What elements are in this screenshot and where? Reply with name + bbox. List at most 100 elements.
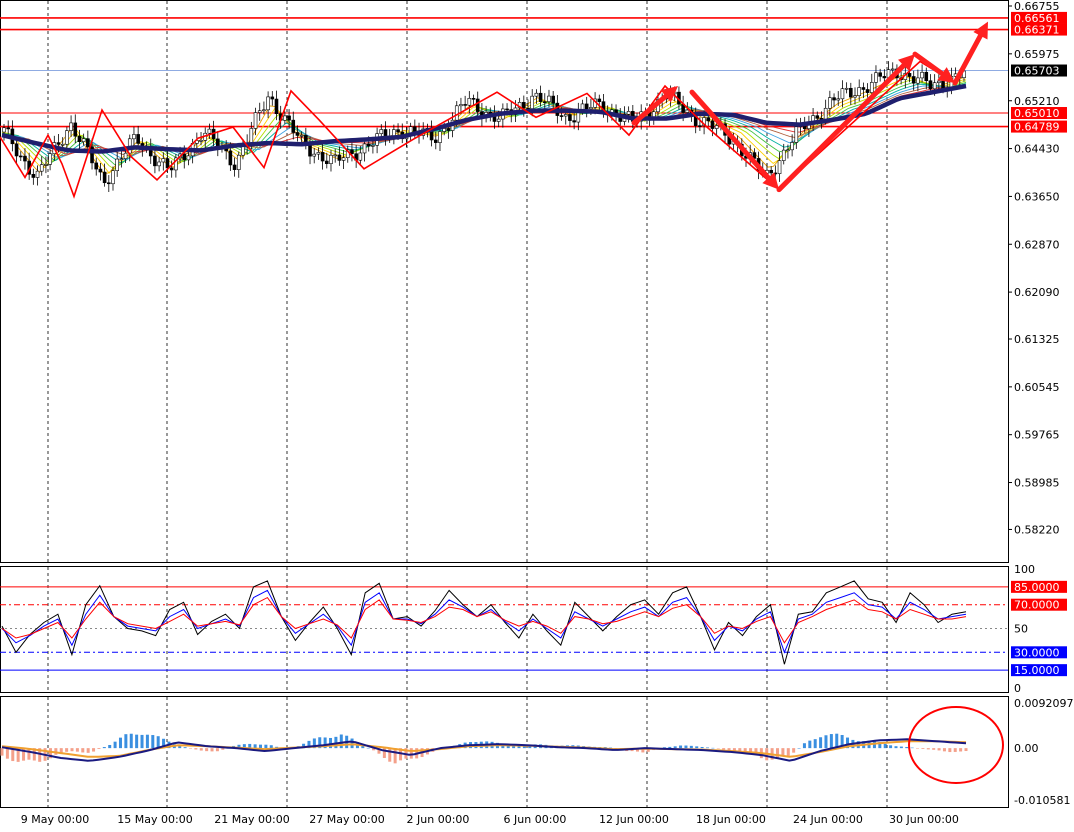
- macd-histogram-bar: [700, 746, 704, 749]
- chart-canvas[interactable]: 0.667550.659750.652100.644300.636500.628…: [0, 0, 1074, 828]
- candle-up: [35, 170, 40, 178]
- macd-histogram-bar: [921, 748, 925, 749]
- candle-up: [81, 138, 86, 142]
- candle-up: [459, 104, 463, 107]
- oscillator-level-label: 30.0000: [1014, 646, 1060, 659]
- candle-down: [56, 142, 61, 145]
- candle-up: [257, 110, 262, 113]
- macd-histogram-bar: [905, 746, 909, 749]
- oscillator-line: [1, 580, 967, 665]
- candle-down: [769, 169, 773, 174]
- candle-up: [932, 82, 937, 90]
- macd-histogram-bar: [183, 747, 187, 749]
- candle-down: [18, 155, 23, 158]
- candle-up: [853, 95, 857, 98]
- candle-up: [262, 109, 266, 112]
- macd-histogram-bar: [264, 744, 268, 749]
- candle-down: [542, 101, 547, 103]
- candle-down: [505, 108, 509, 111]
- macd-histogram-bar: [689, 745, 693, 749]
- candle-up: [844, 87, 849, 90]
- candle-down: [475, 98, 480, 112]
- macd-histogram-bar: [178, 746, 182, 749]
- candle-up: [60, 143, 65, 146]
- x-tick-label: 24 Jun 00:00: [793, 813, 863, 826]
- macd-histogram-bar: [65, 748, 69, 752]
- macd-histogram-bar: [926, 748, 930, 750]
- x-tick-label: 18 Jun 00:00: [696, 813, 766, 826]
- macd-histogram-bar: [188, 748, 192, 749]
- candle-up: [530, 95, 535, 109]
- macd-histogram-bar: [145, 734, 149, 749]
- candle-up: [534, 92, 539, 97]
- candle-down: [538, 92, 543, 102]
- candle-up: [236, 154, 241, 170]
- candle-down: [228, 150, 233, 166]
- price-tick-label: 0.65975: [1014, 48, 1060, 61]
- price-axis: 0.667550.659750.652100.644300.636500.628…: [1008, 0, 1074, 807]
- candle-up: [438, 131, 442, 143]
- candle-up: [790, 142, 794, 151]
- price-level-label: 0.66371: [1014, 24, 1060, 37]
- price-tick-label: 0.60545: [1014, 381, 1060, 394]
- candle-down: [849, 87, 853, 98]
- candle-down: [107, 182, 111, 185]
- main-panel-frame: [0, 0, 1009, 563]
- candle-up: [249, 128, 254, 144]
- macd-histogram-bar: [684, 745, 688, 749]
- macd-histogram-bar: [205, 748, 209, 752]
- macd-histogram-bar: [705, 747, 709, 749]
- macd-histogram-bar: [75, 748, 79, 752]
- candle-down: [413, 126, 417, 132]
- macd-histogram-bar: [894, 746, 898, 749]
- candle-up: [157, 161, 161, 167]
- macd-histogram-bar: [797, 748, 801, 749]
- candle-down: [907, 73, 912, 77]
- candle-down: [182, 153, 187, 161]
- macd-histogram-bar: [695, 746, 699, 749]
- macd-histogram-bar: [808, 740, 812, 749]
- price-tick-label: 0.61325: [1014, 333, 1060, 346]
- macd-histogram-bar: [92, 748, 96, 752]
- candle-down: [584, 103, 589, 110]
- candle-down: [102, 171, 107, 184]
- trend-arrow: [952, 33, 983, 86]
- candle-up: [44, 164, 48, 166]
- candle-down: [94, 162, 99, 170]
- macd-histogram-bar: [97, 748, 101, 750]
- candle-down: [98, 168, 103, 173]
- candle-up: [253, 112, 258, 129]
- candle-up: [916, 77, 920, 84]
- macd-histogram-bar: [679, 745, 683, 749]
- time-axis: 9 May 00:00 15 May 00:00 21 May 00:00 27 Ma…: [21, 813, 959, 826]
- price-level-label: 0.64789: [1014, 121, 1060, 134]
- x-tick-label: 12 Jun 00:00: [599, 813, 669, 826]
- candle-down: [597, 98, 602, 102]
- candle-down: [832, 97, 836, 101]
- trading-chart[interactable]: 0.66755 0.65975 0.65210 0.64430 0.63650 0.628…: [0, 0, 1074, 828]
- price-level-label: 0.65010: [1014, 107, 1060, 120]
- macd-histogram-bar: [813, 739, 817, 749]
- candle-up: [467, 98, 472, 106]
- oscillator-level-label: 70.0000: [1014, 599, 1060, 612]
- candle-down: [861, 87, 866, 90]
- macd-histogram-bar: [942, 748, 946, 752]
- candle-up: [161, 158, 166, 163]
- macd-histogram-bar: [124, 734, 128, 749]
- candle-down: [291, 119, 296, 133]
- macd-histogram-bar: [899, 746, 903, 749]
- oscillator-tick-label: 0: [1014, 682, 1021, 695]
- candle-down: [153, 155, 157, 167]
- x-tick-label: 9 May 00:00: [21, 813, 89, 826]
- candle-down: [878, 72, 882, 77]
- candle-down: [136, 134, 140, 144]
- candle-down: [366, 143, 371, 147]
- x-tick-label: 2 Jun 00:00: [407, 813, 470, 826]
- macd-histogram-bar: [129, 733, 133, 749]
- price-tick-label: 0.63650: [1014, 190, 1060, 203]
- macd-histogram-bar: [802, 743, 806, 749]
- macd-histogram-bar: [151, 735, 155, 749]
- candle-down: [551, 95, 555, 104]
- macd-histogram-bar: [215, 748, 219, 752]
- candle-up: [115, 158, 119, 172]
